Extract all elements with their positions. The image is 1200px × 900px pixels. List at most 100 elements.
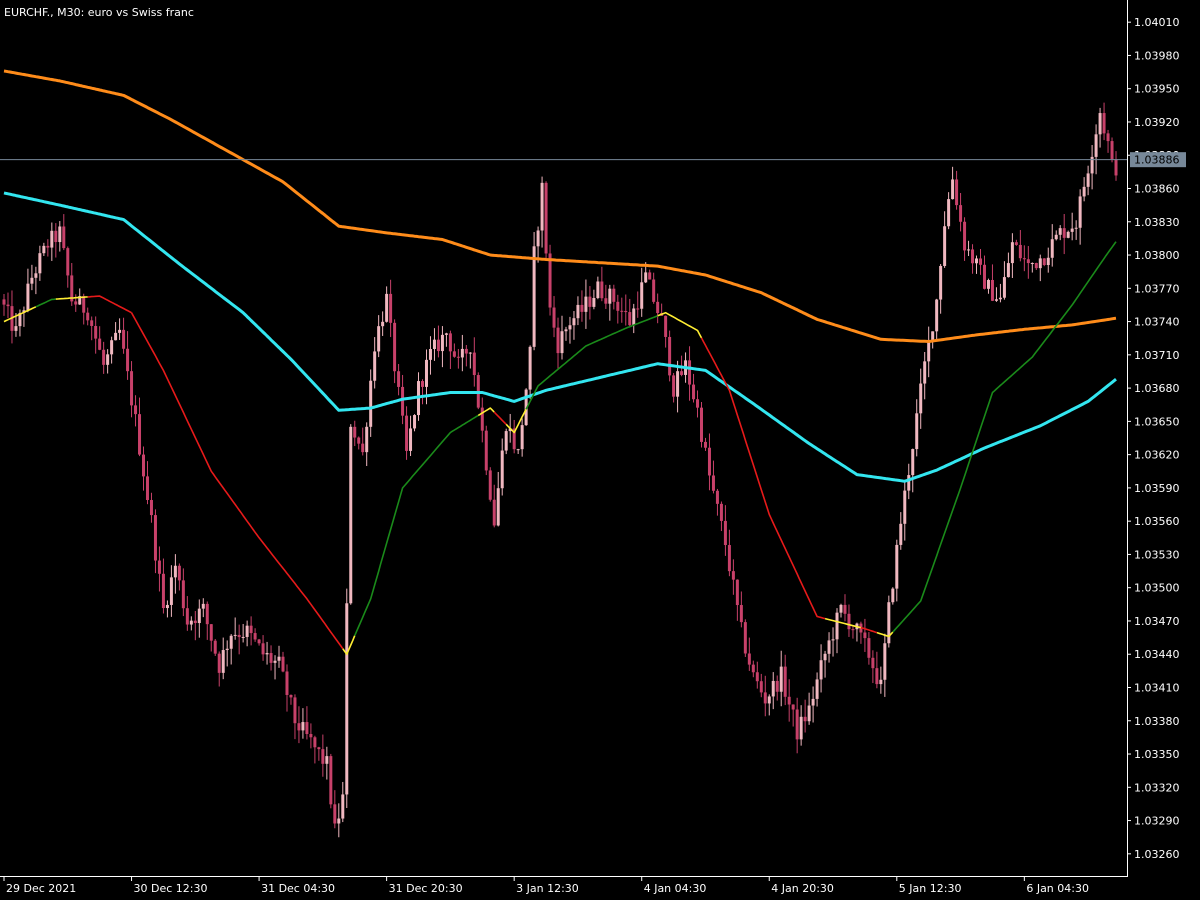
- candle-body: [971, 249, 975, 264]
- candle-body: [863, 632, 867, 639]
- candle-body: [357, 437, 361, 444]
- candle-body: [30, 277, 34, 284]
- candle-body: [265, 653, 269, 655]
- candle-body: [165, 604, 169, 609]
- candle-body: [982, 264, 986, 289]
- candle-body: [727, 545, 731, 572]
- y-tick-label: 1.03620: [1134, 449, 1180, 462]
- candle-body: [891, 588, 895, 603]
- candle-body: [943, 226, 947, 266]
- candle-body: [604, 298, 608, 304]
- candle-body: [967, 249, 971, 251]
- candle-body: [405, 415, 409, 451]
- candle-body: [552, 307, 556, 328]
- candle-body: [731, 571, 735, 580]
- x-tick-label: 29 Dec 2021: [6, 882, 76, 895]
- candle-body: [1042, 258, 1046, 266]
- candle-body: [947, 199, 951, 227]
- candle-body: [444, 333, 448, 335]
- candle-body: [927, 340, 931, 362]
- candle-body: [209, 624, 213, 641]
- candle-body: [528, 346, 532, 390]
- candle-body: [249, 625, 253, 634]
- candle-body: [1050, 239, 1054, 258]
- x-tick-label: 31 Dec 20:30: [389, 882, 463, 895]
- y-tick-label: 1.03800: [1134, 249, 1180, 262]
- candle-body: [321, 749, 325, 764]
- candle-body: [42, 245, 46, 254]
- candle-body: [468, 352, 472, 354]
- candle-body: [616, 301, 620, 311]
- candle-body: [325, 756, 329, 764]
- candle-body: [612, 288, 616, 302]
- candle-body: [911, 449, 915, 476]
- y-tick-label: 1.03350: [1134, 748, 1180, 761]
- candle-body: [38, 253, 42, 274]
- candle-body: [504, 431, 508, 451]
- candle-body: [277, 656, 281, 661]
- candle-body: [440, 334, 444, 352]
- candle-body: [771, 680, 775, 697]
- candle-body: [86, 312, 90, 321]
- candle-body: [883, 643, 887, 680]
- candle-body: [827, 640, 831, 654]
- candle-body: [540, 182, 544, 231]
- candle-body: [803, 716, 807, 722]
- candle-body: [2, 299, 6, 305]
- candle-body: [1014, 242, 1018, 245]
- x-tick-label: 6 Jan 04:30: [1026, 882, 1089, 895]
- candle-body: [815, 679, 819, 699]
- candle-body: [696, 399, 700, 408]
- candle-body: [843, 604, 847, 614]
- candle-body: [1082, 186, 1086, 197]
- candle-body: [149, 500, 153, 516]
- candle-body: [783, 666, 787, 697]
- candle-body: [177, 565, 181, 581]
- candle-body: [1030, 262, 1034, 264]
- candle-body: [46, 245, 50, 248]
- candle-body: [213, 640, 217, 654]
- candle-body: [361, 443, 365, 453]
- candle-body: [58, 226, 62, 243]
- candle-body: [751, 664, 755, 673]
- x-tick-label: 31 Dec 04:30: [261, 882, 335, 895]
- candle-body: [185, 608, 189, 625]
- candle-body: [221, 650, 225, 673]
- candle-body: [1034, 262, 1038, 269]
- candle-body: [62, 226, 66, 249]
- y-tick-label: 1.03710: [1134, 349, 1180, 362]
- candle-body: [313, 737, 317, 748]
- candle-body: [871, 657, 875, 669]
- candle-body: [735, 579, 739, 606]
- candle-body: [990, 279, 994, 301]
- candle-body: [1058, 228, 1062, 235]
- candle-body: [393, 322, 397, 372]
- candle-body: [839, 604, 843, 613]
- x-tick-label: 5 Jan 12:30: [899, 882, 962, 895]
- y-tick-label: 1.03920: [1134, 116, 1180, 129]
- candle-body: [568, 325, 572, 330]
- candle-body: [632, 308, 636, 326]
- candle-body: [955, 179, 959, 206]
- candle-body: [1046, 257, 1050, 266]
- candle-body: [421, 381, 424, 387]
- y-tick-label: 1.03380: [1134, 715, 1180, 728]
- candle-body: [169, 577, 173, 605]
- candle-body: [74, 301, 78, 305]
- y-tick-label: 1.03650: [1134, 415, 1180, 428]
- candle-body: [488, 470, 492, 500]
- candle-body: [233, 634, 237, 636]
- candle-body: [939, 265, 943, 300]
- candle-body: [90, 320, 94, 326]
- candle-body: [329, 756, 333, 805]
- candle-body: [337, 818, 341, 824]
- candle-body: [767, 696, 771, 704]
- candle-body: [130, 371, 134, 406]
- y-tick-label: 1.03560: [1134, 515, 1180, 528]
- candle-body: [548, 253, 552, 308]
- candle-body: [931, 331, 935, 341]
- candle-body: [608, 288, 612, 304]
- candle-body: [600, 281, 604, 299]
- candle-body: [237, 634, 241, 638]
- candle-body: [719, 503, 723, 521]
